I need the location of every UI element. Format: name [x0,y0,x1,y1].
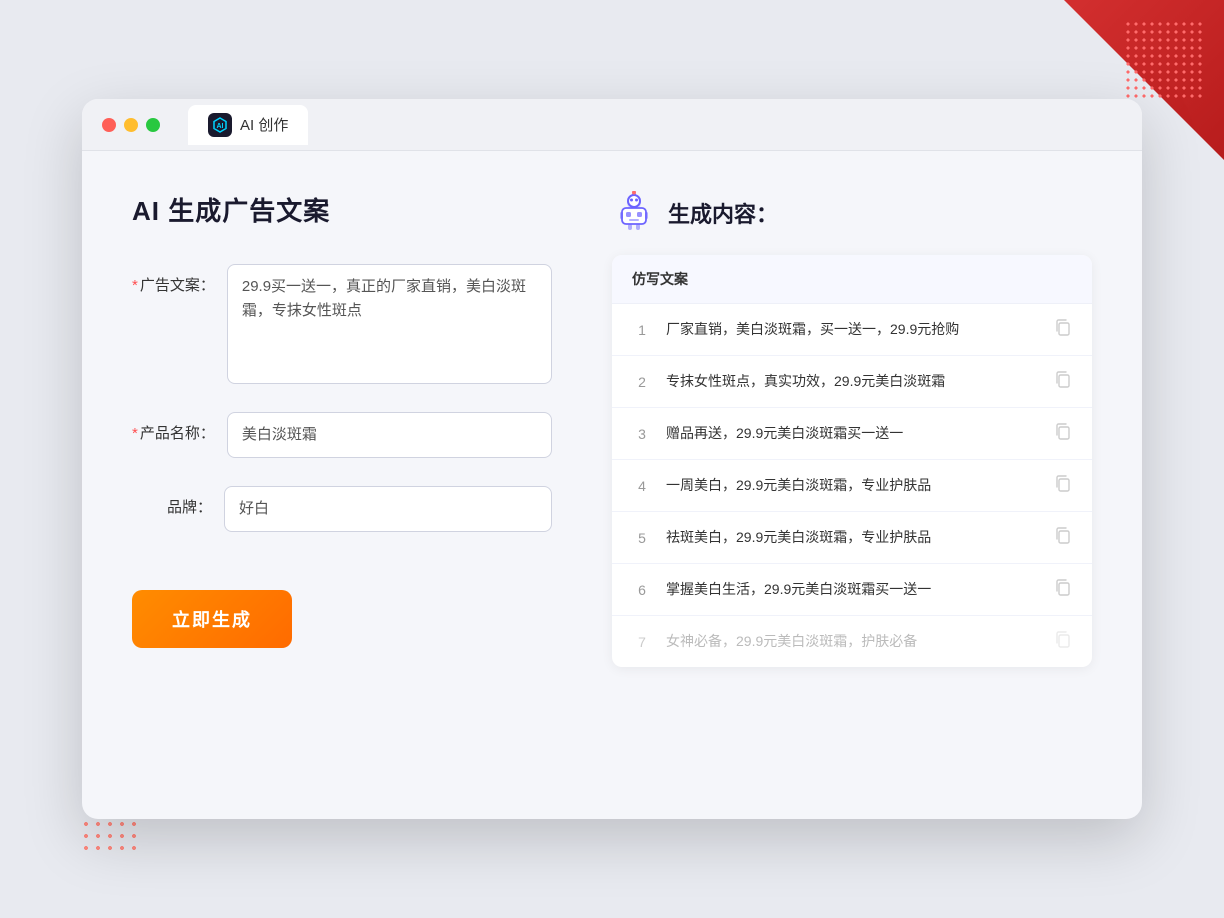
svg-text:AI: AI [217,123,224,130]
copy-icon[interactable] [1054,474,1072,497]
bg-dots-pink [80,818,140,858]
ad-copy-group: *广告文案： [132,264,552,384]
row-text: 一周美白，29.9元美白淡斑霜，专业护肤品 [666,475,1040,496]
ad-copy-required: * [132,277,138,294]
title-bar: AI AI 创作 [82,99,1142,151]
traffic-lights [102,118,160,132]
brand-input[interactable] [224,486,552,532]
row-number: 2 [632,374,652,390]
bg-dots-red [1124,20,1204,100]
row-number: 7 [632,634,652,650]
row-text: 专抹女性斑点，真实功效，29.9元美白淡斑霜 [666,371,1040,392]
page-title: AI 生成广告文案 [132,191,552,228]
table-row: 4 一周美白，29.9元美白淡斑霜，专业护肤品 [612,460,1092,512]
product-name-required: * [132,425,138,442]
brand-label: 品牌： [132,486,212,517]
row-number: 1 [632,322,652,338]
table-row: 5 祛斑美白，29.9元美白淡斑霜，专业护肤品 [612,512,1092,564]
row-number: 4 [632,478,652,494]
generate-button[interactable]: 立即生成 [132,590,292,648]
minimize-button[interactable] [124,118,138,132]
row-number: 3 [632,426,652,442]
maximize-button[interactable] [146,118,160,132]
row-text: 赠品再送，29.9元美白淡斑霜买一送一 [666,423,1040,444]
copy-icon[interactable] [1054,318,1072,341]
table-row: 1 厂家直销，美白淡斑霜，买一送一，29.9元抢购 [612,304,1092,356]
main-content: AI 生成广告文案 *广告文案： *产品名称： 品牌： 立 [82,151,1142,791]
product-name-group: *产品名称： [132,412,552,458]
table-row: 3 赠品再送，29.9元美白淡斑霜买一送一 [612,408,1092,460]
browser-window: AI AI 创作 AI 生成广告文案 *广告文案： *产品名称： [82,99,1142,819]
row-text: 女神必备，29.9元美白淡斑霜，护肤必备 [666,631,1040,652]
right-title: 生成内容： [668,197,778,229]
table-header: 仿写文案 [612,255,1092,304]
product-name-input[interactable] [227,412,552,458]
tab-label: AI 创作 [240,114,288,135]
ad-copy-input[interactable] [227,264,552,384]
table-row: 6 掌握美白生活，29.9元美白淡斑霜买一送一 [612,564,1092,616]
copy-icon[interactable] [1054,630,1072,653]
ai-tab-icon: AI [208,113,232,137]
results-table: 仿写文案 1 厂家直销，美白淡斑霜，买一送一，29.9元抢购 2 专抹女性斑点，真实… [612,255,1092,667]
ad-copy-label: *广告文案： [132,264,215,295]
results-rows: 1 厂家直销，美白淡斑霜，买一送一，29.9元抢购 2 专抹女性斑点，真实功效，29… [612,304,1092,667]
product-name-label: *产品名称： [132,412,215,443]
left-panel: AI 生成广告文案 *广告文案： *产品名称： 品牌： 立 [132,191,552,751]
brand-group: 品牌： [132,486,552,532]
copy-icon[interactable] [1054,370,1072,393]
robot-icon [612,191,656,235]
copy-icon[interactable] [1054,578,1072,601]
copy-icon[interactable] [1054,422,1072,445]
row-number: 5 [632,530,652,546]
row-text: 厂家直销，美白淡斑霜，买一送一，29.9元抢购 [666,319,1040,340]
table-row: 2 专抹女性斑点，真实功效，29.9元美白淡斑霜 [612,356,1092,408]
row-text: 祛斑美白，29.9元美白淡斑霜，专业护肤品 [666,527,1040,548]
close-button[interactable] [102,118,116,132]
copy-icon[interactable] [1054,526,1072,549]
row-number: 6 [632,582,652,598]
table-row: 7 女神必备，29.9元美白淡斑霜，护肤必备 [612,616,1092,667]
ai-tab[interactable]: AI AI 创作 [188,105,308,145]
row-text: 掌握美白生活，29.9元美白淡斑霜买一送一 [666,579,1040,600]
right-header: 生成内容： [612,191,1092,235]
right-panel: 生成内容： 仿写文案 1 厂家直销，美白淡斑霜，买一送一，29.9元抢购 2 专抹女… [612,191,1092,751]
